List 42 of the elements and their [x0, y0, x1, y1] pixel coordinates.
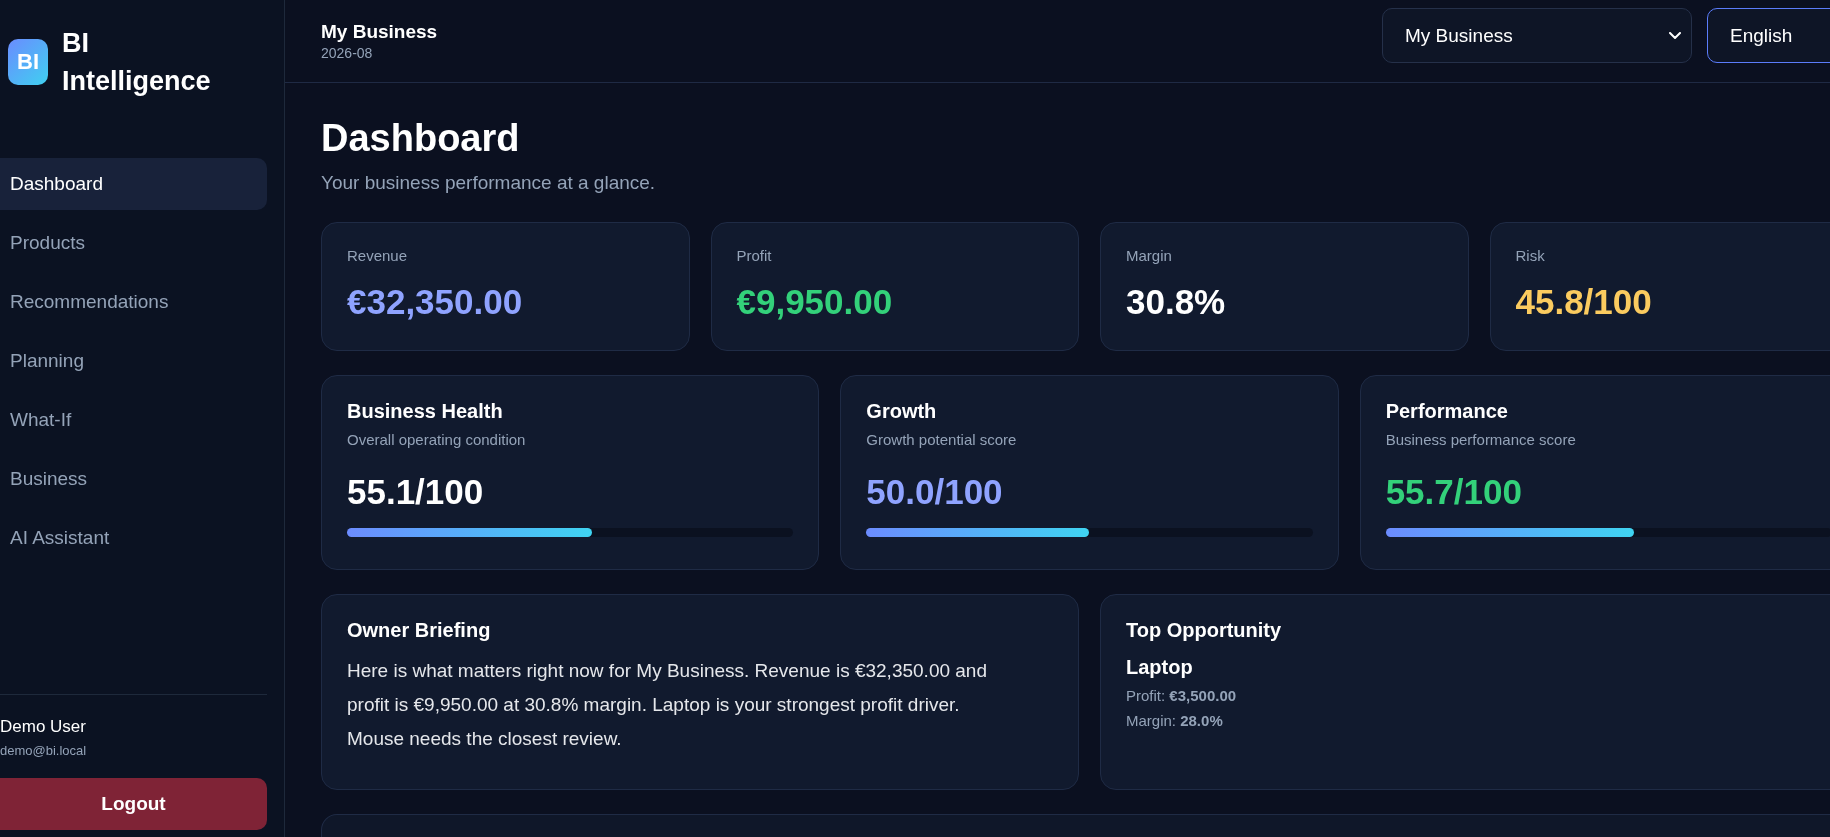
page-title: Dashboard [321, 117, 521, 160]
brand-name: BI Intelligence [62, 27, 212, 98]
metric-label: Risk [1515, 247, 1546, 264]
metric-value: 30.8% [1126, 282, 1227, 322]
chevron-down-icon [1669, 32, 1681, 39]
card-title: Top Opportunity [1126, 619, 1283, 642]
metric-label: Revenue [347, 247, 409, 264]
metric-label: Profit [736, 247, 773, 264]
score-subtitle: Growth potential score [866, 431, 1018, 448]
period-label: 2026-08 [321, 45, 374, 61]
language-select[interactable]: English [1707, 8, 1830, 63]
score-subtitle: Overall operating condition [347, 431, 527, 448]
nav-item[interactable]: Products [0, 217, 267, 269]
business-select[interactable]: My Business [1382, 8, 1692, 63]
metric-label: Margin [1126, 247, 1173, 264]
product-stat: Margin: 28.0% [1126, 712, 1224, 729]
briefing-text: Here is what matters right now for My Business. Revenue is €32,350.00 and profit is €9,950.00 at 30.8% margin. Laptop is your strongest profit driver. Mouse needs the closest review. [347, 659, 988, 751]
metric-value: 45.8/100 [1515, 282, 1653, 322]
logo-icon: BI [8, 39, 48, 85]
nav-item[interactable]: Dashboard [0, 158, 267, 210]
product-stat: Profit: €3,500.00 [1126, 687, 1238, 704]
score-value: 55.7/100 [1385, 472, 1523, 512]
score-title: Business Health [347, 400, 504, 423]
nav-item[interactable]: Business [0, 453, 267, 505]
nav-item[interactable]: AI Assistant [0, 512, 267, 564]
metric-value: €32,350.00 [347, 282, 524, 322]
score-title: Performance [1385, 400, 1509, 423]
nav-item[interactable]: What-If [0, 394, 267, 446]
metric-value: €9,950.00 [736, 282, 894, 322]
page-subtitle: Your business performance at a glance. [321, 172, 657, 194]
score-title: Growth [866, 400, 938, 423]
business-name: My Business [321, 21, 438, 43]
logout-button[interactable]: Logout [0, 778, 267, 830]
card-title: Owner Briefing [347, 619, 492, 642]
nav-item[interactable]: Recommendations [0, 276, 267, 328]
user-email: demo@bi.local [0, 743, 88, 758]
user-name: Demo User [0, 717, 87, 737]
score-value: 55.1/100 [347, 472, 485, 512]
score-value: 50.0/100 [866, 472, 1004, 512]
nav-item[interactable]: Planning [0, 335, 267, 387]
score-subtitle: Business performance score [1385, 431, 1577, 448]
product-name: Laptop [1126, 656, 1194, 679]
